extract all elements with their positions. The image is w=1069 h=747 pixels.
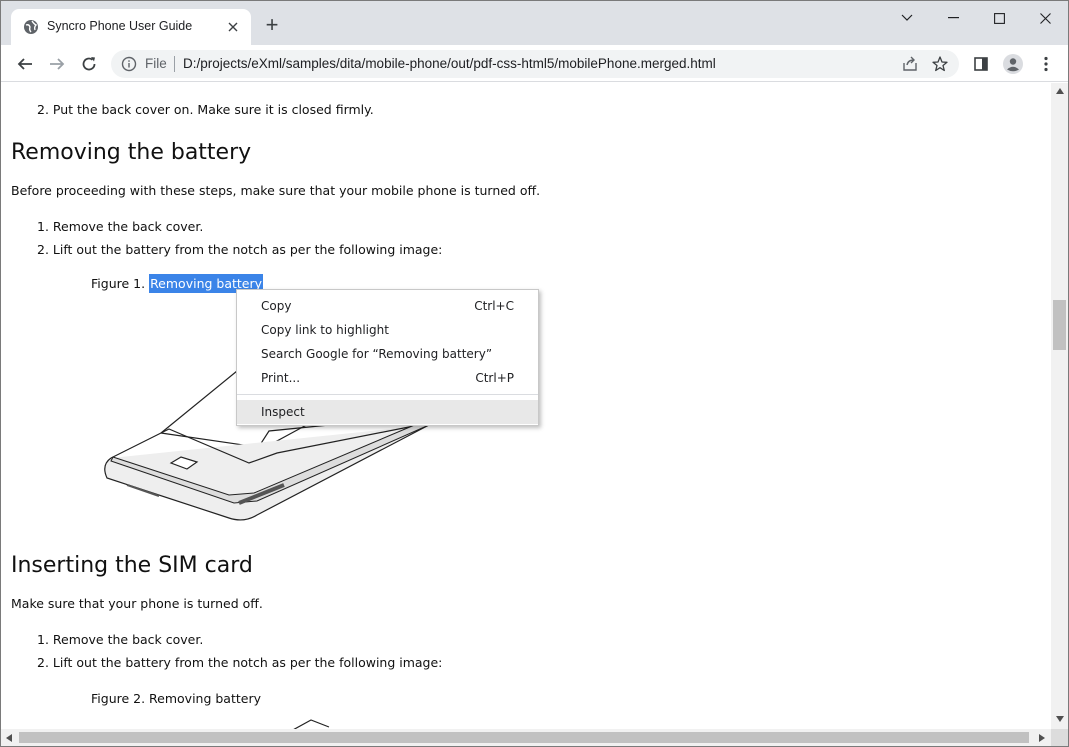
chevron-down-icon[interactable]: [884, 1, 930, 35]
tab-strip: Syncro Phone User Guide +: [1, 1, 1068, 45]
list-item: 1. Remove the back cover.: [37, 219, 204, 234]
horizontal-scroll-thumb[interactable]: [19, 732, 1029, 743]
phone-illustration-partial: [293, 719, 330, 729]
star-icon[interactable]: [931, 55, 949, 78]
back-icon[interactable]: [11, 50, 39, 78]
horizontal-scrollbar[interactable]: [1, 729, 1051, 746]
menu-item-inspect[interactable]: Inspect: [237, 400, 538, 424]
scroll-up-icon[interactable]: [1056, 88, 1064, 94]
menu-item-shortcut: Ctrl+C: [474, 299, 514, 313]
address-bar[interactable]: File D:/projects/eXml/samples/dita/mobil…: [111, 50, 959, 78]
section-heading-inserting-sim: Inserting the SIM card: [11, 553, 253, 578]
side-panel-icon[interactable]: [967, 50, 995, 78]
new-tab-button[interactable]: +: [261, 14, 283, 37]
minimize-icon[interactable]: [930, 1, 976, 35]
close-icon[interactable]: [223, 17, 243, 37]
menu-item-label: Search Google for “Removing battery”: [261, 347, 493, 361]
menu-item-search-google[interactable]: Search Google for “Removing battery”: [237, 342, 538, 366]
menu-item-label: Copy link to highlight: [261, 323, 389, 337]
browser-toolbar: File D:/projects/eXml/samples/dita/mobil…: [1, 45, 1068, 82]
browser-window: Syncro Phone User Guide + File D:/projec…: [0, 0, 1069, 747]
maximize-icon[interactable]: [976, 1, 1022, 35]
url-scheme: File: [145, 56, 167, 71]
scrollbar-corner: [1051, 729, 1068, 746]
list-item: 1. Remove the back cover.: [37, 632, 204, 647]
profile-icon[interactable]: [999, 50, 1027, 78]
menu-item-label: Copy: [261, 299, 292, 313]
menu-item-copy[interactable]: Copy Ctrl+C: [237, 294, 538, 318]
vertical-scroll-thumb[interactable]: [1053, 300, 1066, 350]
url-text[interactable]: D:/projects/eXml/samples/dita/mobile-pho…: [183, 56, 716, 71]
menu-divider: [237, 394, 538, 395]
figure-caption: Figure 2. Removing battery: [91, 691, 262, 706]
menu-item-label: Print...: [261, 371, 301, 385]
scroll-down-icon[interactable]: [1056, 716, 1064, 722]
list-item: 2. Lift out the battery from the notch a…: [37, 242, 443, 257]
menu-item-label: Inspect: [261, 405, 305, 419]
paragraph: Make sure that your phone is turned off.: [11, 596, 263, 611]
reload-icon[interactable]: [75, 50, 103, 78]
menu-item-shortcut: Ctrl+P: [475, 371, 514, 385]
window-close-icon[interactable]: [1022, 1, 1068, 35]
info-icon[interactable]: [121, 56, 137, 77]
list-item: 2. Put the back cover on. Make sure it i…: [37, 102, 374, 117]
paragraph: Before proceeding with these steps, make…: [11, 183, 541, 198]
globe-icon: [23, 19, 39, 35]
list-item: 2. Lift out the battery from the notch a…: [37, 655, 443, 670]
url-separator: [174, 56, 175, 72]
forward-icon[interactable]: [43, 50, 71, 78]
scroll-right-icon[interactable]: [1039, 734, 1045, 742]
menu-item-print[interactable]: Print... Ctrl+P: [237, 366, 538, 390]
context-menu: Copy Ctrl+C Copy link to highlight Searc…: [236, 289, 539, 426]
share-icon[interactable]: [901, 55, 919, 78]
figure-number: Figure 1.: [91, 276, 146, 291]
tab-syncro-phone-user-guide[interactable]: Syncro Phone User Guide: [11, 9, 251, 45]
menu-icon[interactable]: [1032, 50, 1060, 78]
menu-item-copy-link[interactable]: Copy link to highlight: [237, 318, 538, 342]
section-heading-removing-battery: Removing the battery: [11, 140, 252, 165]
tab-title: Syncro Phone User Guide: [47, 19, 193, 33]
scroll-left-icon[interactable]: [6, 734, 12, 742]
vertical-scrollbar[interactable]: [1051, 83, 1068, 729]
